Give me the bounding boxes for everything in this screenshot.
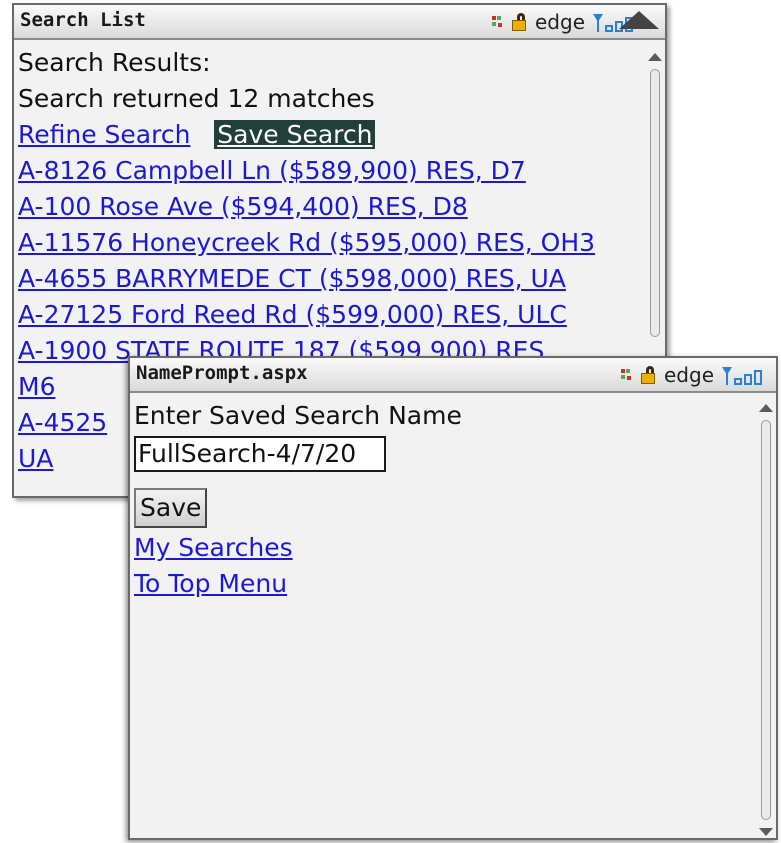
listing-link[interactable]: UA xyxy=(18,444,53,473)
listing-link[interactable]: A-4525 xyxy=(18,408,107,437)
prompt-label: Enter Saved Search Name xyxy=(134,401,462,430)
refine-search-link[interactable]: Refine Search xyxy=(18,120,190,149)
scroll-up-arrow-icon[interactable] xyxy=(759,404,773,412)
status-indicators: edge xyxy=(621,363,764,387)
scroll-up-indicator-icon[interactable] xyxy=(619,11,659,29)
scrollbar[interactable] xyxy=(759,404,773,836)
listing-link[interactable]: A-4655 BARRYMEDE CT ($598,000) RES, UA xyxy=(18,264,566,293)
signal-strength-icon xyxy=(722,365,764,385)
title-bar: NamePrompt.aspx edge xyxy=(130,358,776,393)
title-bar: Search List edge xyxy=(14,5,665,40)
scroll-track[interactable] xyxy=(650,69,660,337)
match-count-text: Search returned 12 matches xyxy=(18,84,375,113)
scroll-track[interactable] xyxy=(761,420,771,820)
lock-icon xyxy=(512,13,529,31)
screen-title: Search List xyxy=(20,9,146,31)
listing-link[interactable]: A-11576 Honeycreek Rd ($595,000) RES, OH… xyxy=(18,228,595,257)
results-heading: Search Results: xyxy=(18,48,211,77)
my-searches-link[interactable]: My Searches xyxy=(134,533,293,562)
lock-icon xyxy=(641,366,658,384)
scroll-up-arrow-icon[interactable] xyxy=(648,53,662,61)
network-type: edge xyxy=(664,363,714,387)
search-actions: Refine Search Save Search xyxy=(18,117,641,153)
listing-link[interactable]: A-27125 Ford Reed Rd ($599,000) RES, ULC xyxy=(18,300,567,329)
to-top-menu-link[interactable]: To Top Menu xyxy=(134,569,287,598)
data-activity-icon xyxy=(621,369,635,381)
status-indicators: edge xyxy=(492,10,659,34)
listing-link[interactable]: A-100 Rose Ave ($594,400) RES, D8 xyxy=(18,192,468,221)
screen-title: NamePrompt.aspx xyxy=(136,362,308,384)
saved-search-name-input[interactable]: FullSearch-4/7/20 xyxy=(134,436,386,472)
name-prompt-content: Enter Saved Search Name FullSearch-4/7/2… xyxy=(134,398,752,838)
listing-link[interactable]: A-8126 Campbell Ln ($589,900) RES, D7 xyxy=(18,156,526,185)
scrollbar[interactable] xyxy=(648,53,662,343)
save-button[interactable]: Save xyxy=(134,488,208,528)
scroll-down-arrow-icon[interactable] xyxy=(759,828,773,836)
data-activity-icon xyxy=(492,16,506,28)
listing-link[interactable]: M6 xyxy=(18,372,55,401)
save-search-link[interactable]: Save Search xyxy=(214,120,376,149)
network-type: edge xyxy=(535,10,585,34)
name-prompt-screen: NamePrompt.aspx edge Enter Saved Search … xyxy=(128,356,778,840)
